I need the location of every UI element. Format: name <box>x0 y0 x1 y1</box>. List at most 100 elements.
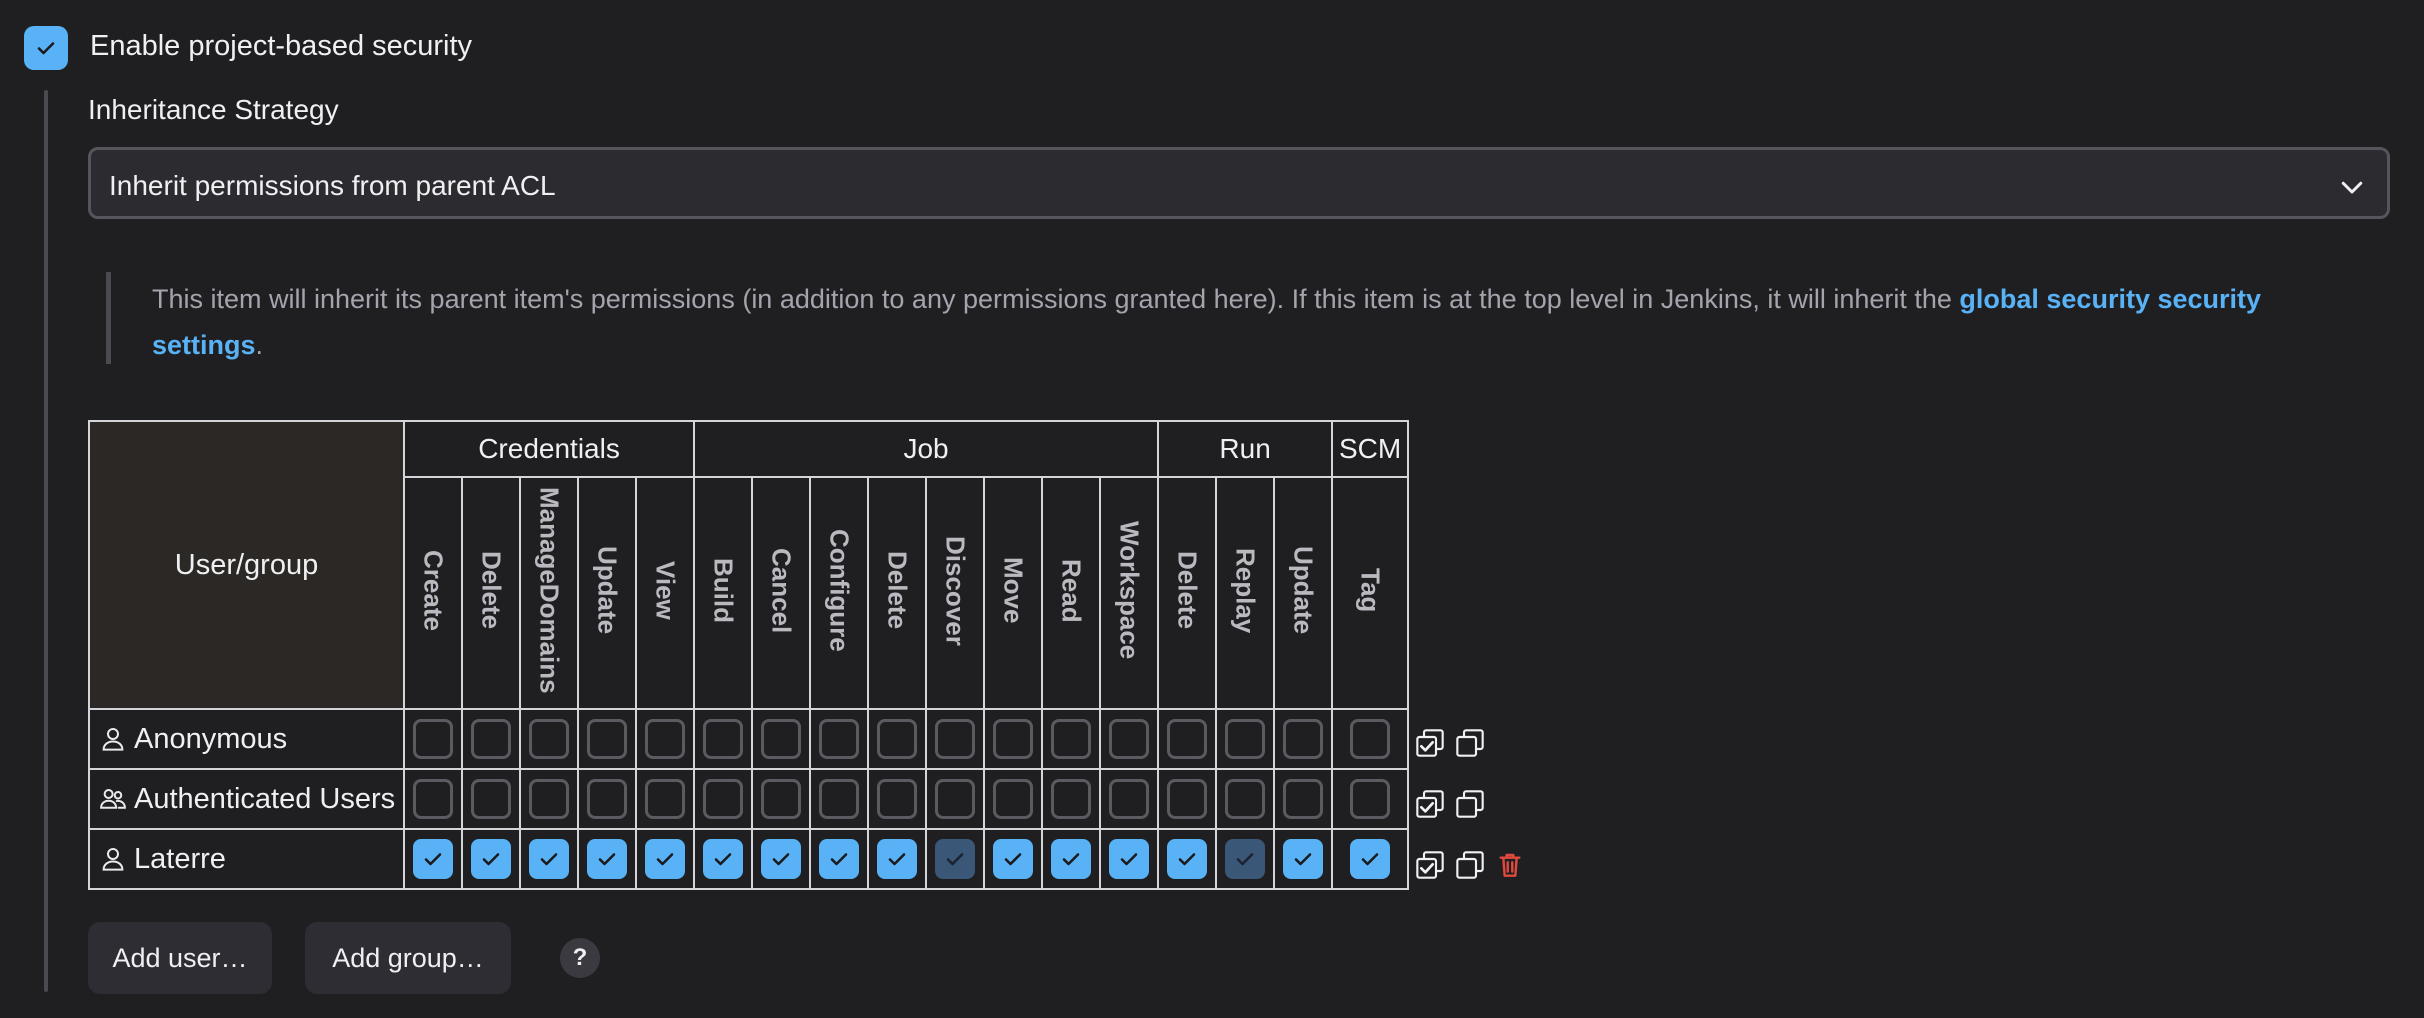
user-group-header: User/group <box>88 420 405 710</box>
permission-checkbox[interactable] <box>935 779 976 819</box>
permission-checkbox[interactable] <box>819 719 860 759</box>
unselect-all-icon <box>1456 729 1484 757</box>
permission-checkbox[interactable] <box>529 839 569 879</box>
permission-checkbox[interactable] <box>761 839 802 879</box>
group-icon <box>100 789 126 810</box>
permission-group-header: Credentials <box>402 420 696 478</box>
permission-checkbox[interactable] <box>413 779 453 819</box>
permission-cell <box>751 708 812 770</box>
permission-checkbox[interactable] <box>993 719 1034 759</box>
select-all-button[interactable] <box>1413 848 1447 882</box>
permission-cell <box>983 708 1044 770</box>
unselect-all-button[interactable] <box>1453 726 1487 760</box>
select-all-button[interactable] <box>1413 726 1447 760</box>
permission-checkbox[interactable] <box>529 719 569 759</box>
permission-checkbox[interactable] <box>413 839 453 879</box>
permission-checkbox[interactable] <box>471 779 511 819</box>
permission-checkbox[interactable] <box>877 719 918 759</box>
unselect-all-button[interactable] <box>1453 787 1487 821</box>
help-button[interactable]: ? <box>560 938 600 978</box>
select-all-button[interactable] <box>1413 787 1447 821</box>
permission-cell <box>1273 828 1334 890</box>
permission-checkbox[interactable] <box>1109 839 1150 879</box>
permission-checkbox[interactable] <box>877 779 918 819</box>
check-icon <box>37 42 55 55</box>
unselect-all-button[interactable] <box>1453 848 1487 882</box>
permission-checkbox[interactable] <box>877 839 918 879</box>
permission-checkbox[interactable] <box>1167 839 1208 879</box>
inheritance-description: This item will inherit its parent item's… <box>152 276 2332 368</box>
permission-checkbox[interactable] <box>1283 779 1324 819</box>
row-actions <box>1413 848 1527 882</box>
permission-label: View <box>650 561 681 620</box>
add-user-button[interactable]: Add user… <box>88 922 272 994</box>
inheritance-strategy-select[interactable]: Inherit permissions from parent ACL <box>88 147 2390 219</box>
permission-cell <box>1331 708 1410 770</box>
permission-checkbox[interactable] <box>1350 719 1391 759</box>
permission-checkbox[interactable] <box>1109 719 1150 759</box>
user-name: Authenticated Users <box>134 782 396 815</box>
permission-checkbox[interactable] <box>1167 719 1208 759</box>
permission-group-header: Job <box>693 420 1160 478</box>
permission-cell <box>983 828 1044 890</box>
permission-checkbox[interactable] <box>1051 839 1092 879</box>
permission-checkbox[interactable] <box>645 839 686 879</box>
check-icon <box>888 853 906 866</box>
check-icon <box>772 853 790 866</box>
permission-cell <box>634 708 696 770</box>
permission-checkbox[interactable] <box>529 779 569 819</box>
permission-checkbox[interactable] <box>993 779 1034 819</box>
permission-checkbox[interactable] <box>1051 719 1092 759</box>
permission-cell <box>634 828 696 890</box>
permission-checkbox[interactable] <box>761 779 802 819</box>
permission-checkbox[interactable] <box>1283 719 1324 759</box>
permission-checkbox[interactable] <box>1225 779 1266 819</box>
permission-checkbox[interactable] <box>587 779 627 819</box>
permission-cell <box>983 768 1044 830</box>
permission-checkbox[interactable] <box>819 779 860 819</box>
check-icon <box>482 853 500 866</box>
permission-checkbox[interactable] <box>703 839 744 879</box>
permission-checkbox[interactable] <box>1225 719 1266 759</box>
permission-checkbox[interactable] <box>1283 839 1324 879</box>
check-icon <box>946 853 964 866</box>
permission-checkbox[interactable] <box>587 719 627 759</box>
permission-checkbox[interactable] <box>703 779 744 819</box>
permission-checkbox[interactable] <box>1350 839 1391 879</box>
permission-checkbox[interactable] <box>471 839 511 879</box>
delete-button[interactable] <box>1493 848 1527 882</box>
permission-checkbox[interactable] <box>413 719 453 759</box>
permission-column-header: Discover <box>925 476 986 710</box>
enable-security-label: Enable project-based security <box>90 30 473 62</box>
add-group-button[interactable]: Add group… <box>305 922 511 994</box>
permission-checkbox[interactable] <box>703 719 744 759</box>
permission-label: Build <box>708 558 739 623</box>
permission-checkbox[interactable] <box>587 839 627 879</box>
permission-column-header: ManageDomains <box>519 476 579 710</box>
permission-checkbox[interactable] <box>819 839 860 879</box>
permission-group-header: Run <box>1157 420 1334 478</box>
permission-column-header: Cancel <box>751 476 812 710</box>
permission-checkbox[interactable] <box>935 719 976 759</box>
permission-cell <box>403 768 463 830</box>
permission-cell <box>519 768 579 830</box>
permission-checkbox[interactable] <box>1051 779 1092 819</box>
permission-checkbox[interactable] <box>471 719 511 759</box>
permission-checkbox[interactable] <box>1167 779 1208 819</box>
permission-checkbox[interactable] <box>1350 779 1391 819</box>
permission-checkbox[interactable] <box>645 779 686 819</box>
permission-checkbox[interactable] <box>761 719 802 759</box>
permission-cell <box>751 828 812 890</box>
permission-checkbox[interactable] <box>993 839 1034 879</box>
check-icon <box>830 853 848 866</box>
permission-label: Discover <box>940 535 971 646</box>
enable-security-checkbox[interactable] <box>24 26 68 70</box>
permission-label: Configure <box>824 529 855 652</box>
check-icon <box>540 853 558 866</box>
permission-checkbox[interactable] <box>645 719 686 759</box>
user-name: Anonymous <box>134 722 288 755</box>
user-name-cell: Anonymous <box>88 708 405 770</box>
permission-checkbox[interactable] <box>1109 779 1150 819</box>
permission-label: Replay <box>1230 547 1261 634</box>
check-icon <box>1120 853 1138 866</box>
